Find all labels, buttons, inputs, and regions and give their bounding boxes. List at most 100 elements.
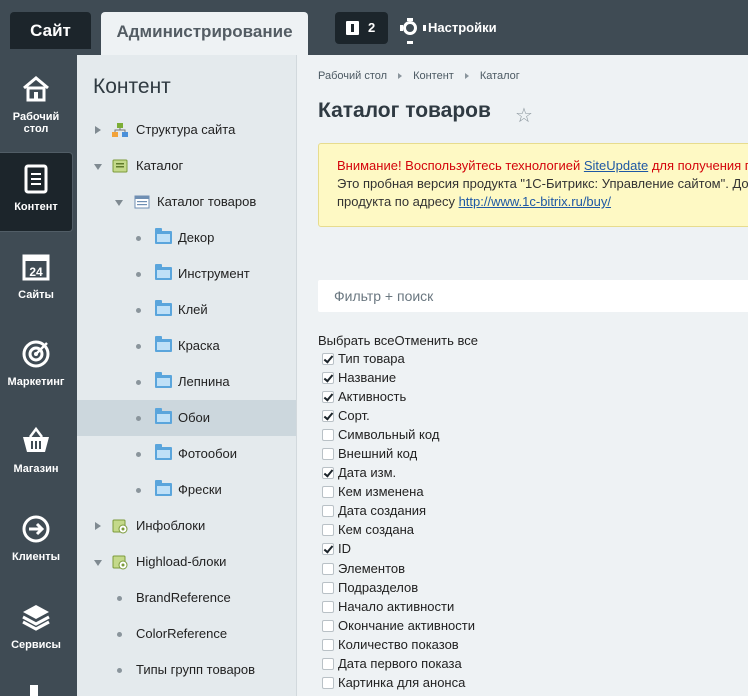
collapse-arrow-icon[interactable] [115, 200, 123, 206]
rail-item-desktop[interactable]: Рабочий стол [0, 65, 72, 143]
tree-label: Highload-блоки [136, 554, 227, 569]
rail-item-sites[interactable]: 24 Сайты [0, 243, 72, 321]
tree-label: Каталог [136, 158, 184, 173]
checkbox[interactable] [322, 505, 334, 518]
checkbox[interactable] [322, 486, 334, 499]
column-option[interactable]: Внешний код [322, 444, 475, 463]
column-option[interactable]: Дата первого показа [322, 654, 475, 673]
column-option[interactable]: Кем изменена [322, 482, 475, 501]
expand-arrow-icon[interactable] [95, 522, 101, 530]
notifications-button[interactable]: 2 [335, 12, 388, 44]
page-title: Каталог товаров [318, 99, 491, 122]
column-checkbox-list: Тип товара Название Активность Сорт. Сим… [322, 349, 475, 692]
alert-text: продукта по адресу [337, 194, 459, 209]
catalog-icon [112, 159, 128, 173]
checkbox[interactable] [322, 429, 334, 442]
column-option[interactable]: Название [322, 368, 475, 387]
favorite-star-icon[interactable]: ☆ [515, 103, 533, 128]
tree-item-site-structure[interactable]: Структура сайта [77, 112, 296, 148]
tree-label: Декор [178, 230, 215, 245]
tree-item-catalog[interactable]: Каталог [77, 148, 296, 184]
tree-item-section[interactable]: Клей [77, 292, 296, 328]
folder-icon [155, 300, 172, 316]
collapse-arrow-icon[interactable] [94, 164, 102, 170]
tree-label: ColorReference [136, 626, 228, 641]
column-option[interactable]: Элементов [322, 559, 475, 578]
column-option[interactable]: Количество показов [322, 635, 475, 654]
tree-item-iblocks[interactable]: Инфоблоки [77, 508, 296, 544]
tree-item-section[interactable]: Лепнина [77, 364, 296, 400]
breadcrumb-item[interactable]: Контент [413, 70, 454, 82]
tree-item-highload-blocks[interactable]: Highload-блоки [77, 544, 296, 580]
content-tree-panel: Контент Структура сайта Каталог Каталог … [77, 55, 297, 696]
column-option-label: Окончание активности [338, 617, 475, 633]
tree-item-hl-entity[interactable]: BrandReference [77, 580, 296, 616]
tree-item-section[interactable]: Фрески [77, 472, 296, 508]
checkbox[interactable] [322, 619, 334, 632]
tree-label: Обои [178, 410, 211, 425]
checkbox[interactable] [322, 562, 334, 575]
tree-item-section-selected[interactable]: Обои [77, 400, 296, 436]
chevron-right-icon [398, 72, 403, 79]
column-option[interactable]: Символьный код [322, 425, 475, 444]
column-option[interactable]: Дата создания [322, 501, 475, 520]
bullet-icon [136, 416, 141, 421]
column-option[interactable]: Сорт. [322, 406, 475, 425]
rail-item-clients[interactable]: Клиенты [0, 505, 72, 583]
rail-label: Сайты [18, 289, 54, 301]
settings-button[interactable]: Настройки [400, 12, 497, 44]
rail-item-marketing[interactable]: Маркетинг [0, 330, 72, 408]
tree-item-section[interactable]: Краска [77, 328, 296, 364]
tree-item-section[interactable]: Декор [77, 220, 296, 256]
rail-item-services[interactable]: Сервисы [0, 593, 72, 671]
column-option-label: Начало активности [338, 598, 455, 614]
column-option[interactable]: Кем создана [322, 520, 475, 539]
checkbox[interactable] [322, 391, 334, 404]
rail-label: Клиенты [11, 551, 60, 563]
checkbox[interactable] [322, 657, 334, 670]
tree-item-hl-entity[interactable]: ColorReference [77, 616, 296, 652]
structure-icon [112, 123, 128, 137]
checkbox[interactable] [322, 524, 334, 537]
siteupdate-link[interactable]: SiteUpdate [584, 158, 648, 173]
column-option[interactable]: Подразделов [322, 578, 475, 597]
checkbox[interactable] [322, 448, 334, 461]
column-option[interactable]: Начало активности [322, 597, 475, 616]
breadcrumb-item[interactable]: Рабочий стол [318, 70, 387, 82]
checkbox[interactable] [322, 353, 334, 365]
rail-label: Рабочий стол [12, 111, 60, 135]
checkbox[interactable] [322, 676, 334, 689]
checkbox[interactable] [322, 372, 334, 385]
deselect-all-link[interactable]: Отменить все [394, 333, 478, 348]
checkbox[interactable] [322, 410, 334, 423]
rail-item-shop[interactable]: Магазин [0, 417, 72, 495]
column-option-label: Количество показов [338, 636, 459, 652]
checkbox[interactable] [322, 543, 334, 556]
column-option[interactable]: Окончание активности [322, 616, 475, 635]
expand-arrow-icon[interactable] [95, 126, 101, 134]
column-option[interactable]: ID [322, 539, 475, 558]
column-option[interactable]: Дата изм. [322, 463, 475, 482]
checkbox[interactable] [322, 638, 334, 651]
rail-item-content[interactable]: Контент [0, 153, 72, 231]
column-option[interactable]: Активность [322, 387, 475, 406]
breadcrumb-item[interactable]: Каталог [480, 70, 520, 82]
select-all-link[interactable]: Выбрать все [318, 333, 394, 348]
tree-item-hl-entity[interactable]: Типы групп товаров [77, 652, 296, 688]
column-option-label: Дата изм. [338, 465, 397, 481]
tab-administration[interactable]: Администрирование [101, 12, 308, 55]
collapse-arrow-icon[interactable] [94, 560, 102, 566]
checkbox[interactable] [322, 581, 334, 594]
column-option[interactable]: Тип товара [322, 349, 475, 368]
checkbox[interactable] [322, 600, 334, 613]
top-bar: Сайт Администрирование 2 Настройки [0, 0, 748, 55]
column-option[interactable]: Картинка для анонса [322, 673, 475, 692]
tree-item-section[interactable]: Инструмент [77, 256, 296, 292]
tree-item-product-catalog[interactable]: Каталог товаров [77, 184, 296, 220]
checkbox[interactable] [322, 467, 334, 480]
buy-link[interactable]: http://www.1c-bitrix.ru/buy/ [459, 194, 611, 209]
filter-search-input[interactable]: Фильтр + поиск [318, 280, 748, 312]
tree-item-section[interactable]: Фотообои [77, 436, 296, 472]
column-option-label: Внешний код [338, 446, 418, 462]
tab-site[interactable]: Сайт [10, 12, 91, 49]
